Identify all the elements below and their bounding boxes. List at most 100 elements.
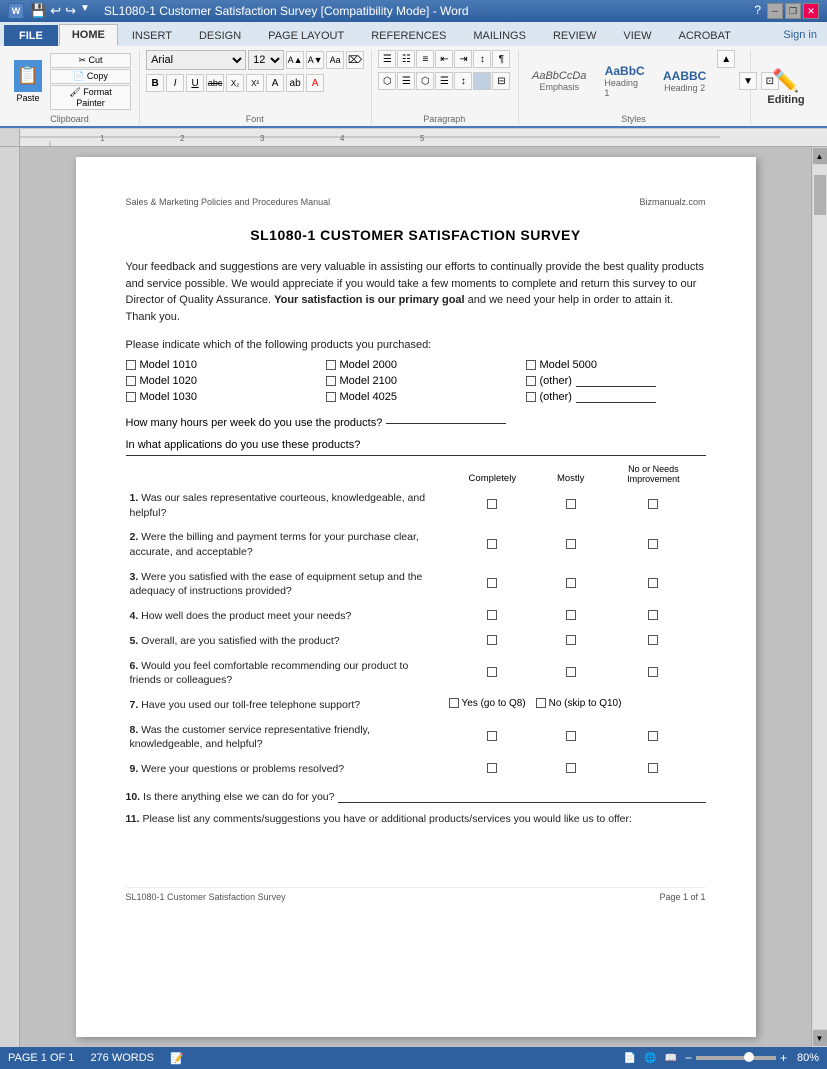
tab-acrobat[interactable]: ACROBAT: [665, 25, 743, 46]
font-grow-button[interactable]: A▲: [286, 51, 304, 69]
text-effects-button[interactable]: A: [266, 74, 284, 92]
align-right-button[interactable]: ⬡: [416, 72, 434, 90]
q4-col2[interactable]: [540, 604, 601, 629]
q3-checkbox-3[interactable]: [648, 578, 658, 588]
q8-col1[interactable]: [445, 718, 541, 757]
q3-checkbox-1[interactable]: [487, 578, 497, 588]
decrease-indent-button[interactable]: ⇤: [435, 50, 453, 68]
shading-button[interactable]: [473, 72, 491, 90]
q1-col2[interactable]: [540, 486, 601, 525]
close-btn[interactable]: ✕: [803, 3, 819, 19]
q1-checkbox-1[interactable]: [487, 499, 497, 509]
q9-col3[interactable]: [601, 757, 705, 782]
italic-button[interactable]: I: [166, 74, 184, 92]
q5-col3[interactable]: [601, 629, 705, 654]
product-checkbox-1010[interactable]: [126, 360, 136, 370]
q8-checkbox-2[interactable]: [566, 731, 576, 741]
font-color-button[interactable]: A: [306, 74, 324, 92]
strikethrough-button[interactable]: abc: [206, 74, 224, 92]
scrollbar[interactable]: ▲ ▼: [811, 147, 827, 1047]
q4-col3[interactable]: [601, 604, 705, 629]
q1-col1[interactable]: [445, 486, 541, 525]
borders-button[interactable]: ⊟: [492, 72, 510, 90]
numbering-button[interactable]: ☷: [397, 50, 415, 68]
q5-checkbox-2[interactable]: [566, 635, 576, 645]
increase-indent-button[interactable]: ⇥: [454, 50, 472, 68]
tab-mailings[interactable]: MAILINGS: [460, 25, 539, 46]
product-checkbox-2100[interactable]: [326, 376, 336, 386]
restore-btn[interactable]: ❐: [785, 3, 801, 19]
q8-col3[interactable]: [601, 718, 705, 757]
q3-col1[interactable]: [445, 565, 541, 604]
q9-col1[interactable]: [445, 757, 541, 782]
font-shrink-button[interactable]: A▼: [306, 51, 324, 69]
tab-page-layout[interactable]: PAGE LAYOUT: [255, 25, 357, 46]
tab-review[interactable]: REVIEW: [540, 25, 609, 46]
q9-col2[interactable]: [540, 757, 601, 782]
q2-checkbox-3[interactable]: [648, 539, 658, 549]
q6-col2[interactable]: [540, 654, 601, 693]
bullets-button[interactable]: ☰: [378, 50, 396, 68]
other-fill-2[interactable]: [576, 391, 656, 403]
tab-file[interactable]: FILE: [4, 25, 58, 46]
change-case-button[interactable]: Aa: [326, 51, 344, 69]
font-name-select[interactable]: Arial: [146, 50, 246, 70]
q6-col3[interactable]: [601, 654, 705, 693]
undo-icon[interactable]: ↩: [50, 3, 61, 19]
style-heading2[interactable]: AABBC Heading 2: [656, 66, 713, 96]
q6-col1[interactable]: [445, 654, 541, 693]
q5-col1[interactable]: [445, 629, 541, 654]
q9-checkbox-1[interactable]: [487, 763, 497, 773]
q2-checkbox-1[interactable]: [487, 539, 497, 549]
cut-button[interactable]: ✂ Cut: [50, 53, 131, 68]
other-checkbox-2[interactable]: [526, 392, 536, 402]
other-fill-1[interactable]: [576, 375, 656, 387]
style-heading1[interactable]: AaBbC Heading 1: [597, 61, 652, 101]
clear-format-button[interactable]: ⌦: [346, 51, 364, 69]
q2-col3[interactable]: [601, 525, 705, 564]
scroll-track[interactable]: [813, 165, 827, 1029]
q5-checkbox-3[interactable]: [648, 635, 658, 645]
q7-yes[interactable]: Yes (go to Q8): [449, 698, 526, 709]
zoom-in-btn[interactable]: +: [780, 1051, 787, 1065]
q1-col3[interactable]: [601, 486, 705, 525]
scroll-down[interactable]: ▼: [813, 1030, 827, 1046]
sign-in-link[interactable]: Sign in: [773, 25, 827, 45]
document-page[interactable]: Sales & Marketing Policies and Procedure…: [76, 157, 756, 1037]
zoom-thumb[interactable]: [744, 1052, 754, 1062]
tab-design[interactable]: DESIGN: [186, 25, 254, 46]
customize-icon[interactable]: ▼: [80, 3, 90, 19]
q6-checkbox-1[interactable]: [487, 667, 497, 677]
zoom-out-btn[interactable]: −: [685, 1051, 692, 1065]
tab-home[interactable]: HOME: [59, 24, 118, 46]
other-checkbox-1[interactable]: [526, 376, 536, 386]
font-size-select[interactable]: 12: [248, 50, 284, 70]
product-checkbox-1030[interactable]: [126, 392, 136, 402]
q5-col2[interactable]: [540, 629, 601, 654]
copy-button[interactable]: 📄 Copy: [50, 69, 131, 84]
zoom-slider[interactable]: [696, 1056, 776, 1060]
q7-no[interactable]: No (skip to Q10): [536, 698, 622, 709]
q1-checkbox-3[interactable]: [648, 499, 658, 509]
q8-col2[interactable]: [540, 718, 601, 757]
view-read-btn[interactable]: 📖: [665, 1053, 677, 1064]
q4-checkbox-1[interactable]: [487, 610, 497, 620]
q9-checkbox-3[interactable]: [648, 763, 658, 773]
text-highlight-button[interactable]: ab: [286, 74, 304, 92]
view-web-btn[interactable]: 🌐: [644, 1053, 656, 1064]
line-spacing-button[interactable]: ↕: [454, 72, 472, 90]
q1-checkbox-2[interactable]: [566, 499, 576, 509]
doc-area[interactable]: Sales & Marketing Policies and Procedure…: [20, 147, 811, 1047]
product-checkbox-5000[interactable]: [526, 360, 536, 370]
hours-fill[interactable]: [386, 423, 506, 424]
tab-insert[interactable]: INSERT: [119, 25, 185, 46]
q7-no-checkbox[interactable]: [536, 698, 546, 708]
tab-view[interactable]: VIEW: [610, 25, 664, 46]
scroll-up[interactable]: ▲: [813, 148, 827, 164]
q2-checkbox-2[interactable]: [566, 539, 576, 549]
scroll-thumb[interactable]: [814, 175, 826, 215]
paste-button[interactable]: 📋 Paste: [8, 58, 48, 105]
redo-icon[interactable]: ↪: [65, 3, 76, 19]
q9-checkbox-2[interactable]: [566, 763, 576, 773]
q4-checkbox-2[interactable]: [566, 610, 576, 620]
